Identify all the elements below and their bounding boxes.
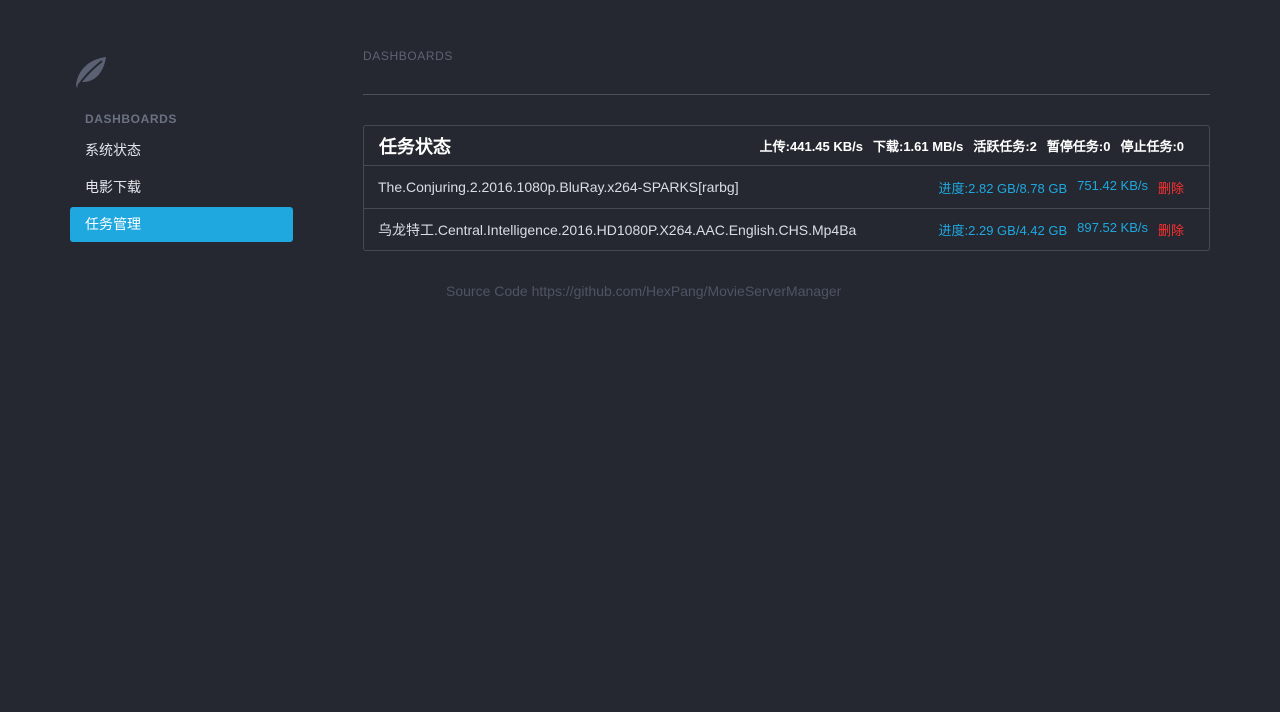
sidebar-item-task-management[interactable]: 任务管理: [70, 207, 293, 242]
task-name: The.Conjuring.2.2016.1080p.BluRay.x264-S…: [378, 179, 739, 195]
sidebar-nav: 系统状态 电影下载 任务管理: [70, 133, 293, 244]
task-speed: 751.42 KB/s: [1077, 177, 1148, 193]
sidebar: DASHBOARDS 系统状态 电影下载 任务管理: [70, 0, 293, 712]
stopped-task-count: 停止任务:0: [1120, 139, 1184, 154]
paused-task-count: 暂停任务:0: [1046, 139, 1111, 154]
sidebar-item-system-status[interactable]: 系统状态: [70, 133, 293, 168]
breadcrumb: DASHBOARDS: [363, 49, 454, 63]
task-meta: 进度:2.29 GB/4.42 GB 897.52 KB/s 删除: [939, 220, 1184, 239]
task-progress: 进度:2.82 GB/8.78 GB: [938, 180, 1068, 196]
sidebar-section-label: DASHBOARDS: [85, 112, 178, 126]
task-progress: 进度:2.29 GB/4.42 GB: [938, 223, 1068, 238]
transfer-stats: 上传:441.45 KB/s 下载:1.61 MB/s 活跃任务:2 暂停任务:…: [760, 136, 1184, 155]
header-divider: [363, 94, 1210, 95]
download-speed: 下载:1.61 MB/s: [873, 139, 964, 154]
task-name: 乌龙特工.Central.Intelligence.2016.HD1080P.X…: [378, 221, 857, 238]
active-task-count: 活跃任务:2: [973, 139, 1037, 154]
panel-header: 任务状态 上传:441.45 KB/s 下载:1.61 MB/s 活跃任务:2 …: [364, 126, 1209, 166]
delete-task-button[interactable]: 删除: [1158, 220, 1184, 239]
upload-speed: 上传:441.45 KB/s: [759, 139, 863, 154]
leaf-icon[interactable]: [72, 55, 108, 89]
task-row: 乌龙特工.Central.Intelligence.2016.HD1080P.X…: [364, 208, 1209, 250]
delete-task-button[interactable]: 删除: [1158, 178, 1184, 197]
task-speed: 897.52 KB/s: [1077, 220, 1148, 235]
source-code-footer: Source Code https://github.com/HexPang/M…: [446, 283, 842, 299]
panel-title: 任务状态: [379, 136, 451, 157]
sidebar-item-movie-download[interactable]: 电影下载: [70, 170, 293, 205]
task-row: The.Conjuring.2.2016.1080p.BluRay.x264-S…: [364, 166, 1209, 208]
task-status-panel: 任务状态 上传:441.45 KB/s 下载:1.61 MB/s 活跃任务:2 …: [363, 125, 1210, 251]
task-meta: 进度:2.82 GB/8.78 GB 751.42 KB/s 删除: [939, 178, 1184, 197]
